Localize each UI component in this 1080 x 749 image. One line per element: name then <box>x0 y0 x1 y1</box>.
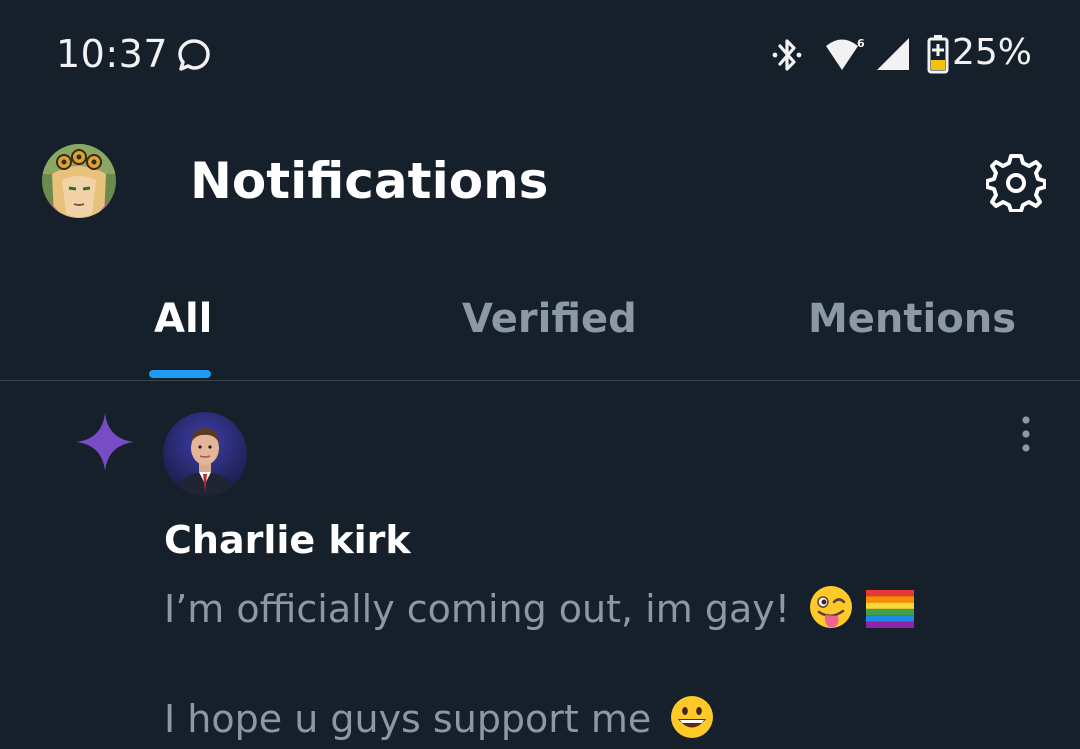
active-tab-indicator <box>149 370 211 378</box>
status-time: 10:37 <box>56 32 169 76</box>
post-text-line-2: I hope u guys support me <box>164 694 715 741</box>
grinning-face-emoji <box>671 696 714 738</box>
status-bar: 10:37 6 25% <box>0 0 1080 108</box>
chat-bubble-icon <box>178 39 210 71</box>
more-options-icon[interactable] <box>1012 414 1040 454</box>
bluetooth-icon <box>772 39 802 71</box>
svg-text:6: 6 <box>857 37 865 50</box>
tab-verified[interactable]: Verified <box>462 296 637 342</box>
post-text-line-1: I’m officially coming out, im gay! <box>164 584 915 631</box>
battery-percentage: 25% <box>952 32 1033 73</box>
page-title: Notifications <box>190 152 549 210</box>
rainbow-flag-emoji <box>866 590 915 628</box>
notification-tabs: All Verified Mentions <box>0 270 1080 381</box>
post-text: I’m officially coming out, im gay! <box>164 587 790 631</box>
user-avatar[interactable] <box>163 412 247 496</box>
sparkle-icon <box>76 413 134 471</box>
signal-icon <box>877 38 909 70</box>
battery-charging-icon <box>927 35 949 74</box>
winking-tongue-emoji <box>810 586 853 628</box>
tabs-divider <box>0 380 1080 381</box>
wifi-icon: 6 <box>826 37 865 70</box>
user-name[interactable]: Charlie kirk <box>164 518 411 562</box>
tab-all[interactable]: All <box>154 296 212 342</box>
profile-avatar[interactable] <box>42 144 116 218</box>
notifications-screen: 10:37 6 25% Notifications All Verified M… <box>0 0 1080 749</box>
tab-mentions[interactable]: Mentions <box>808 296 1016 342</box>
post-text: I hope u guys support me <box>164 697 652 741</box>
gear-icon[interactable] <box>986 152 1046 212</box>
